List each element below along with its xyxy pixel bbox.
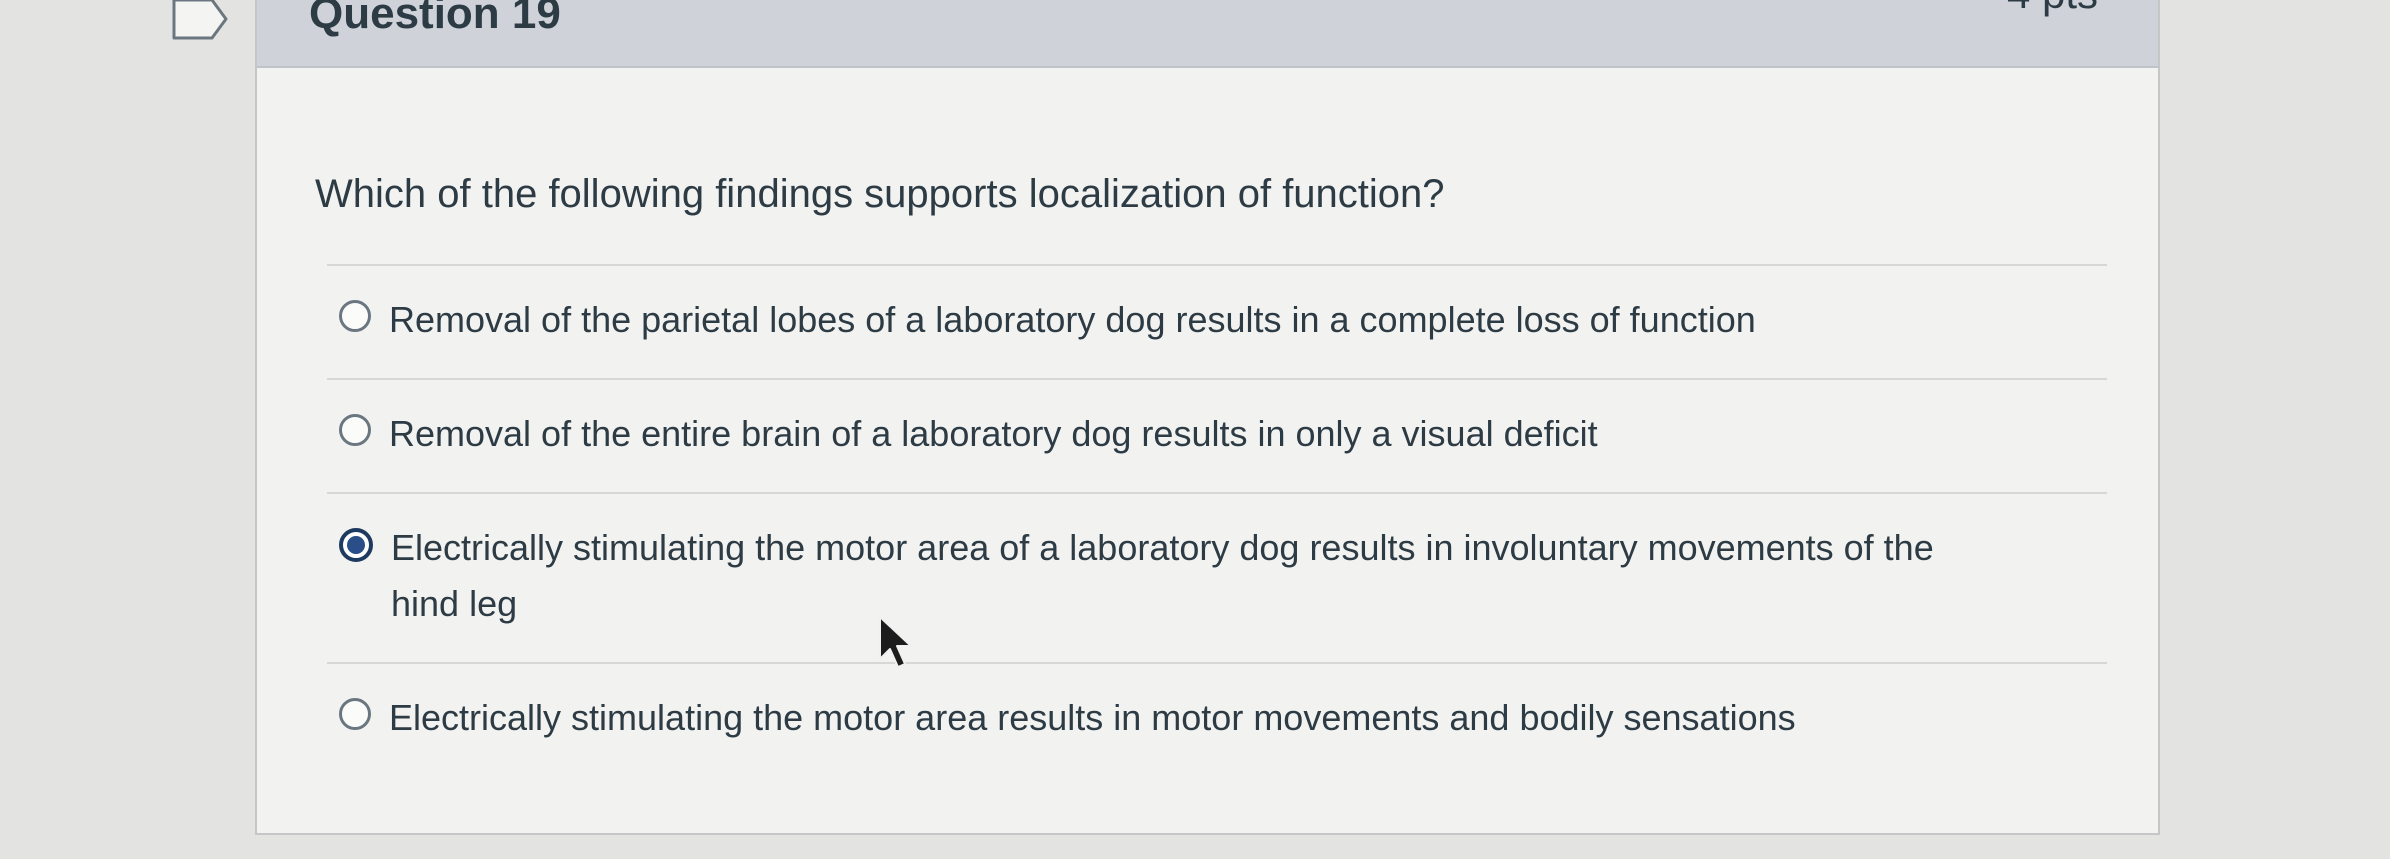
- answer-label: Removal of the entire brain of a laborat…: [389, 413, 1598, 454]
- radio-button-selected[interactable]: [339, 528, 373, 562]
- mouse-pointer-icon: [879, 616, 912, 668]
- flag-question-icon[interactable]: [170, 0, 232, 44]
- answer-label: Removal of the parietal lobes of a labor…: [389, 299, 1756, 340]
- question-header: Question 19 4 pts: [257, 0, 2158, 68]
- answer-option-4[interactable]: Electrically stimulating the motor area …: [327, 664, 2107, 776]
- answer-list: Removal of the parietal lobes of a labor…: [327, 264, 2107, 776]
- radio-button[interactable]: [339, 698, 371, 730]
- question-card: Question 19 4 pts Which of the following…: [255, 0, 2160, 835]
- answer-option-1[interactable]: Removal of the parietal lobes of a labor…: [327, 266, 2107, 378]
- answer-option-2[interactable]: Removal of the entire brain of a laborat…: [327, 380, 2107, 492]
- question-points: 4 pts: [2007, 0, 2098, 16]
- answer-label: Electrically stimulating the motor area …: [389, 697, 1796, 738]
- question-title: Question 19: [309, 0, 561, 38]
- radio-button[interactable]: [339, 300, 371, 332]
- answer-label: Electrically stimulating the motor area …: [391, 527, 1934, 624]
- question-text: Which of the following findings supports…: [315, 172, 1445, 216]
- answer-option-3[interactable]: Electrically stimulating the motor area …: [327, 494, 2107, 662]
- radio-button[interactable]: [339, 414, 371, 446]
